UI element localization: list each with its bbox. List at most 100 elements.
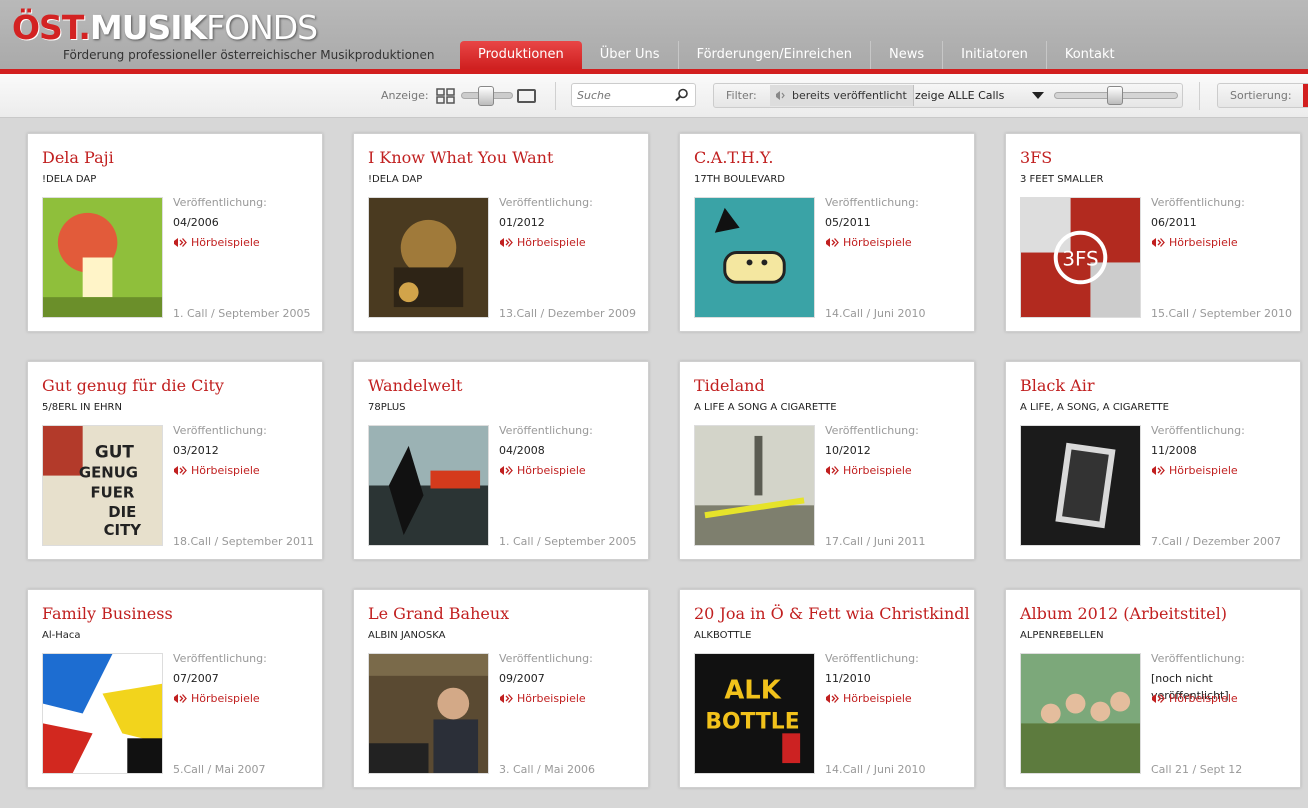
production-card[interactable]: I Know What You Want !DELA DAP Veröffent…: [353, 133, 649, 332]
card-title[interactable]: 3FS: [1020, 148, 1052, 167]
audio-samples-link[interactable]: Hörbeispiele: [173, 464, 260, 477]
nav-kontakt[interactable]: Kontakt: [1047, 41, 1133, 69]
speaker-icon: [776, 91, 785, 100]
card-title[interactable]: I Know What You Want: [368, 148, 553, 167]
album-cover[interactable]: [368, 653, 489, 774]
call-info: 1. Call / September 2005: [499, 535, 637, 548]
svg-text:BOTTLE: BOTTLE: [705, 709, 799, 734]
single-view-icon[interactable]: [517, 89, 536, 103]
filter-slider-handle[interactable]: [1107, 86, 1123, 105]
production-card[interactable]: Album 2012 (Arbeitstitel) ALPENREBELLEN …: [1005, 589, 1301, 788]
call-info: 1. Call / September 2005: [173, 307, 311, 320]
production-card[interactable]: Black Air A LIFE, A SONG, A CIGARETTE Ve…: [1005, 361, 1301, 560]
site-logo[interactable]: ÖST.MUSIKFONDS: [12, 10, 318, 46]
card-artist[interactable]: 78PLUS: [368, 402, 406, 413]
audio-samples-link[interactable]: Hörbeispiele: [1151, 464, 1238, 477]
production-card[interactable]: Tideland A LIFE A SONG A CIGARETTE Veröf…: [679, 361, 975, 560]
svg-text:GENUG: GENUG: [79, 464, 138, 482]
audio-samples-link[interactable]: Hörbeispiele: [825, 692, 912, 705]
published-date: 06/2011: [1151, 216, 1197, 229]
grid-view-icon[interactable]: [436, 88, 456, 104]
production-card[interactable]: C.A.T.H.Y. 17TH BOULEVARD Veröffentlichu…: [679, 133, 975, 332]
search-input[interactable]: [572, 85, 672, 106]
nav-initiatoren[interactable]: Initiatoren: [943, 41, 1047, 69]
production-card[interactable]: 3FS 3 FEET SMALLER 3FS Veröffentlichung:…: [1005, 133, 1301, 332]
nav-ueber-uns[interactable]: Über Uns: [582, 41, 679, 69]
call-info: Call 21 / Sept 12: [1151, 763, 1243, 776]
album-cover[interactable]: GUT GENUG FUER DIE CITY: [42, 425, 163, 546]
album-cover[interactable]: [42, 653, 163, 774]
production-card[interactable]: Gut genug für die City 5/8ERL IN EHRN GU…: [27, 361, 323, 560]
card-title[interactable]: C.A.T.H.Y.: [694, 148, 773, 167]
audio-samples-link[interactable]: Hörbeispiele: [1151, 692, 1238, 705]
card-title[interactable]: Dela Paji: [42, 148, 114, 167]
svg-text:ALK: ALK: [724, 676, 781, 706]
card-title[interactable]: Black Air: [1020, 376, 1094, 395]
published-date: 03/2012: [173, 444, 219, 457]
audio-samples-link[interactable]: Hörbeispiele: [1151, 236, 1238, 249]
card-title[interactable]: 20 Joa in Ö & Fett wia Christkindl: [694, 604, 970, 623]
audio-samples-link[interactable]: Hörbeispiele: [173, 692, 260, 705]
speaker-icon: [174, 238, 187, 247]
published-label: Veröffentlichung:: [499, 196, 593, 209]
album-cover[interactable]: [1020, 425, 1141, 546]
production-card[interactable]: 20 Joa in Ö & Fett wia Christkindl ALK BO…: [679, 589, 975, 788]
speaker-icon: [826, 694, 839, 703]
nav-produktionen[interactable]: Produktionen: [460, 41, 582, 69]
card-artist[interactable]: 17TH BOULEVARD: [694, 174, 785, 185]
published-date: 11/2010: [825, 672, 871, 685]
card-title[interactable]: Wandelwelt: [368, 376, 462, 395]
card-title[interactable]: Album 2012 (Arbeitstitel): [1020, 604, 1227, 623]
published-date: 10/2012: [825, 444, 871, 457]
card-artist[interactable]: Al-Haca: [42, 630, 81, 641]
card-title[interactable]: Gut genug für die City: [42, 376, 224, 395]
production-card[interactable]: Dela Paji !DELA DAP Veröffentlichung: 04…: [27, 133, 323, 332]
album-cover[interactable]: [368, 197, 489, 318]
production-card[interactable]: Wandelwelt 78PLUS Veröffentlichung: 04/2…: [353, 361, 649, 560]
album-cover[interactable]: 3FS: [1020, 197, 1141, 318]
audio-samples-link[interactable]: Hörbeispiele: [173, 236, 260, 249]
published-label: Veröffentlichung:: [825, 424, 919, 437]
filter-published-chip[interactable]: bereits veröffentlicht: [770, 85, 914, 106]
card-artist[interactable]: A LIFE, A SONG, A CIGARETTE: [1020, 402, 1169, 413]
sort-dropdown-button[interactable]: [1303, 84, 1308, 107]
search-icon[interactable]: [675, 88, 689, 102]
card-artist[interactable]: 5/8ERL IN EHRN: [42, 402, 122, 413]
card-artist[interactable]: 3 FEET SMALLER: [1020, 174, 1103, 185]
card-artist[interactable]: ALKBOTTLE: [694, 630, 751, 641]
album-cover[interactable]: [694, 425, 815, 546]
album-cover[interactable]: [1020, 653, 1141, 774]
call-info: 7.Call / Dezember 2007: [1151, 535, 1281, 548]
card-title[interactable]: Tideland: [694, 376, 765, 395]
published-label: Veröffentlichung:: [825, 196, 919, 209]
published-date: 05/2011: [825, 216, 871, 229]
speaker-icon: [500, 238, 513, 247]
audio-samples-link[interactable]: Hörbeispiele: [499, 692, 586, 705]
album-cover[interactable]: [694, 197, 815, 318]
card-artist[interactable]: ALBIN JANOSKA: [368, 630, 445, 641]
album-cover[interactable]: ALK BOTTLE: [694, 653, 815, 774]
nav-foerderungen[interactable]: Förderungen/Einreichen: [679, 41, 871, 69]
audio-samples-link[interactable]: Hörbeispiele: [825, 236, 912, 249]
audio-samples-link[interactable]: Hörbeispiele: [499, 236, 586, 249]
album-cover[interactable]: [42, 197, 163, 318]
published-label: Veröffentlichung:: [499, 652, 593, 665]
card-artist[interactable]: ALPENREBELLEN: [1020, 630, 1104, 641]
card-artist[interactable]: !DELA DAP: [42, 174, 96, 185]
sort-control[interactable]: Sortierung:: [1217, 83, 1308, 108]
svg-text:3FS: 3FS: [1062, 247, 1098, 270]
call-filter-select[interactable]: zeige ALLE Calls: [910, 85, 1050, 106]
production-card[interactable]: Family Business Al-Haca Veröffentlichung…: [27, 589, 323, 788]
card-artist[interactable]: A LIFE A SONG A CIGARETTE: [694, 402, 837, 413]
call-info: 15.Call / September 2010: [1151, 307, 1293, 320]
view-size-slider-handle[interactable]: [478, 86, 494, 106]
nav-news[interactable]: News: [871, 41, 944, 69]
card-title[interactable]: Le Grand Baheux: [368, 604, 509, 623]
production-card[interactable]: Le Grand Baheux ALBIN JANOSKA Veröffentl…: [353, 589, 649, 788]
audio-samples-link[interactable]: Hörbeispiele: [499, 464, 586, 477]
card-artist[interactable]: !DELA DAP: [368, 174, 422, 185]
call-info: 14.Call / Juni 2010: [825, 307, 926, 320]
card-title[interactable]: Family Business: [42, 604, 173, 623]
audio-samples-link[interactable]: Hörbeispiele: [825, 464, 912, 477]
album-cover[interactable]: [368, 425, 489, 546]
